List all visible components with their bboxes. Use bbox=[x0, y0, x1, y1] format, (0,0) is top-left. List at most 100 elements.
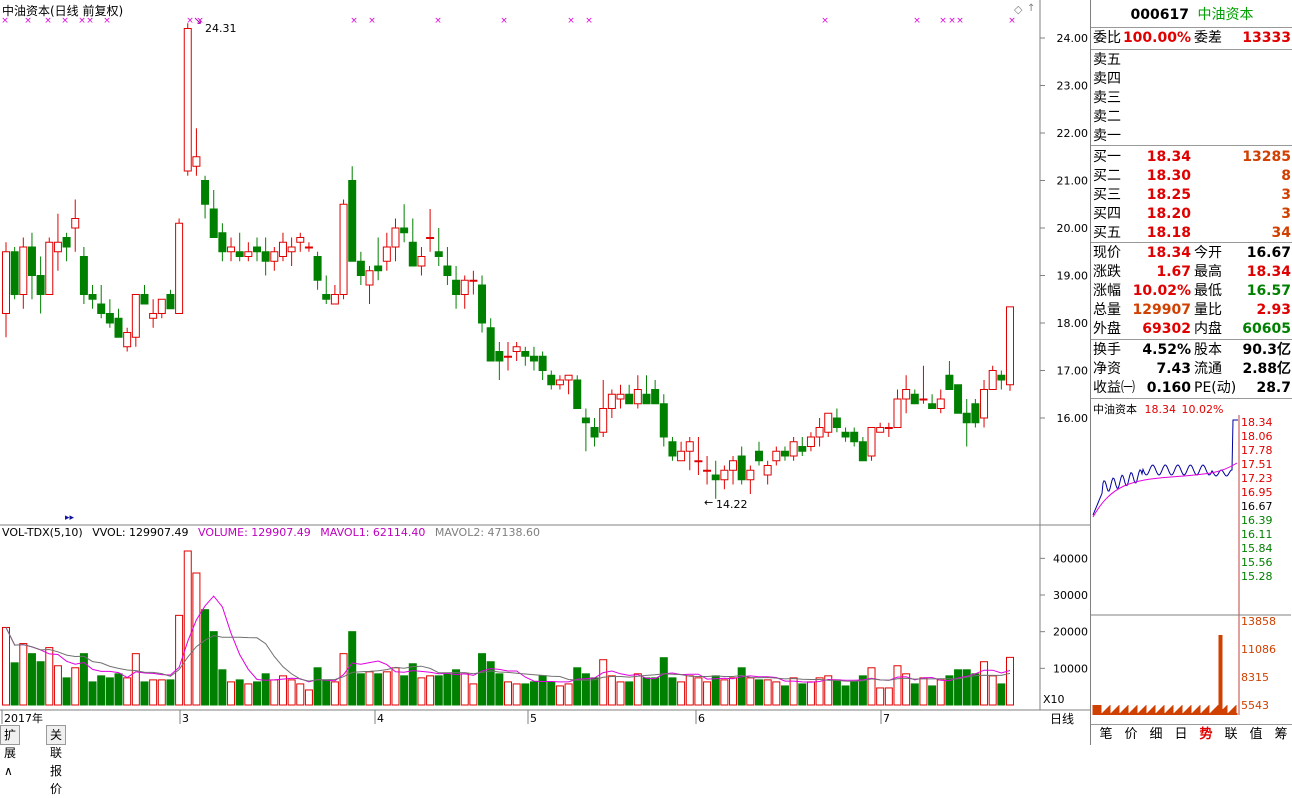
volume-bar bbox=[426, 675, 435, 706]
candle-body bbox=[10, 251, 19, 295]
candle-body bbox=[348, 180, 357, 262]
diamond-icon[interactable]: ◇ bbox=[1014, 3, 1022, 16]
buy-row[interactable]: 买三 18.25 3 bbox=[1093, 186, 1291, 205]
date-axis-label: 5 bbox=[530, 712, 537, 725]
buy-volume: 34 bbox=[1271, 225, 1291, 241]
weicha-value: 13333 bbox=[1242, 30, 1291, 46]
volume-bar bbox=[97, 675, 106, 706]
candle-body bbox=[417, 256, 426, 267]
candle-body bbox=[140, 294, 149, 305]
price-axis-label: 24.00 bbox=[1057, 32, 1089, 45]
period-label[interactable]: 日线 bbox=[1050, 710, 1074, 727]
candle-body bbox=[391, 227, 400, 248]
candle-body bbox=[426, 237, 435, 239]
collapse-arrow-icon[interactable]: ▸▸ bbox=[65, 513, 74, 523]
weibi-row: 委比 100.00% 委差 13333 bbox=[1093, 29, 1291, 48]
sell-row[interactable]: 卖四 bbox=[1093, 70, 1291, 89]
volume-bar bbox=[850, 681, 859, 706]
right-tab[interactable]: 势 bbox=[1195, 727, 1217, 743]
right-tab[interactable]: 筹 bbox=[1270, 727, 1292, 743]
candle-body bbox=[555, 379, 564, 386]
volume-bar bbox=[79, 653, 88, 706]
volume-bar bbox=[772, 681, 781, 706]
right-tab-bar: 笔价细日势联值筹 bbox=[1091, 724, 1292, 745]
mini-price-axis-label: 16.39 bbox=[1241, 514, 1273, 527]
candle-body bbox=[668, 441, 677, 457]
volume-bar bbox=[253, 681, 261, 706]
buy-row[interactable]: 买一 18.34 13285 bbox=[1093, 148, 1291, 167]
buy-label: 买二 bbox=[1093, 168, 1121, 184]
tab-related-quotes[interactable]: 关联报价 bbox=[46, 725, 67, 796]
volume-bar bbox=[919, 677, 928, 706]
weibi-label: 委比 bbox=[1093, 30, 1121, 46]
candle-body bbox=[928, 403, 937, 409]
volume-bar bbox=[36, 661, 45, 706]
mini-price-axis-label: 17.23 bbox=[1241, 472, 1273, 485]
intraday-mini-chart[interactable]: 18.3418.0617.7817.5117.2316.9516.6716.39… bbox=[1091, 415, 1292, 720]
candle-body bbox=[971, 403, 980, 424]
sell-row[interactable]: 卖一 bbox=[1093, 127, 1291, 146]
buy-label: 买一 bbox=[1093, 149, 1121, 165]
sell-row[interactable]: 卖三 bbox=[1093, 89, 1291, 108]
volume-bar bbox=[997, 683, 1006, 706]
volume-bar bbox=[218, 669, 227, 706]
right-tab[interactable]: 细 bbox=[1145, 727, 1167, 743]
price-axis-label: 21.00 bbox=[1057, 175, 1089, 188]
weibi-value: 100.00% bbox=[1122, 30, 1191, 46]
up-arrow-icon[interactable]: ↑ bbox=[1027, 3, 1035, 14]
volume-bar bbox=[780, 685, 789, 706]
candle-body bbox=[486, 327, 495, 362]
signal-mark-icon: × bbox=[948, 16, 956, 26]
volume-bar bbox=[893, 665, 902, 706]
candle-body bbox=[910, 393, 919, 405]
candle-body bbox=[850, 431, 859, 443]
candle-body bbox=[936, 398, 945, 409]
candle-body bbox=[876, 427, 885, 433]
volume-bar bbox=[806, 681, 815, 706]
candle-body bbox=[798, 446, 807, 452]
candle-body bbox=[244, 251, 253, 257]
stat-value: 10.02% bbox=[1132, 283, 1191, 299]
vol-mavol1: MAVOL1: 62114.40 bbox=[320, 526, 426, 539]
volume-bar bbox=[356, 673, 365, 706]
date-axis-label: 6 bbox=[698, 712, 705, 725]
volume-bar bbox=[504, 681, 512, 706]
candle-body bbox=[703, 469, 712, 472]
candle-body bbox=[322, 294, 331, 300]
candle-body bbox=[599, 408, 608, 433]
volume-bar bbox=[270, 679, 279, 706]
right-tab[interactable]: 笔 bbox=[1095, 727, 1117, 743]
volume-bar bbox=[374, 673, 383, 706]
sell-label: 卖五 bbox=[1093, 52, 1121, 68]
fundamental-label-2: 股本 bbox=[1194, 342, 1222, 358]
buy-row[interactable]: 买五 18.18 34 bbox=[1093, 224, 1291, 243]
candle-body bbox=[824, 412, 833, 433]
sell-row[interactable]: 卖五 bbox=[1093, 51, 1291, 70]
candle-body bbox=[434, 251, 443, 257]
quote-title: 000617 中油资本 bbox=[1091, 4, 1292, 24]
signal-mark-icon: × bbox=[956, 16, 964, 26]
right-tab[interactable]: 值 bbox=[1245, 727, 1267, 743]
right-tab[interactable]: 价 bbox=[1120, 727, 1142, 743]
price-axis-label: 22.00 bbox=[1057, 127, 1089, 140]
volume-axis-label: 40000 bbox=[1053, 552, 1088, 565]
volume-bar bbox=[495, 673, 504, 706]
price-axis-label: 17.00 bbox=[1057, 365, 1089, 378]
quote-panel: 000617 中油资本 委比 100.00% 委差 13333 卖五 卖四 卖三… bbox=[1090, 0, 1292, 745]
volume-bar bbox=[382, 671, 391, 706]
buy-row[interactable]: 买二 18.30 8 bbox=[1093, 167, 1291, 186]
right-tab[interactable]: 联 bbox=[1220, 727, 1242, 743]
volume-bar bbox=[599, 659, 608, 706]
sell-row[interactable]: 卖二 bbox=[1093, 108, 1291, 127]
candle-body bbox=[149, 313, 158, 319]
candle-body bbox=[642, 393, 651, 405]
candle-body bbox=[573, 379, 582, 409]
buy-row[interactable]: 买四 18.20 3 bbox=[1093, 205, 1291, 224]
tab-expand[interactable]: 扩展∧ bbox=[0, 725, 21, 778]
candle-body bbox=[867, 427, 876, 457]
right-tab[interactable]: 日 bbox=[1170, 727, 1192, 743]
stat-value-2: 16.57 bbox=[1246, 283, 1291, 299]
kline-chart[interactable]: 24.00 23.00 22.00 21.00 20.00 19.00 18.00 17.00… bbox=[0, 0, 1090, 725]
sell-label: 卖三 bbox=[1093, 90, 1121, 106]
mini-vol-axis-label: 8315 bbox=[1241, 671, 1269, 684]
